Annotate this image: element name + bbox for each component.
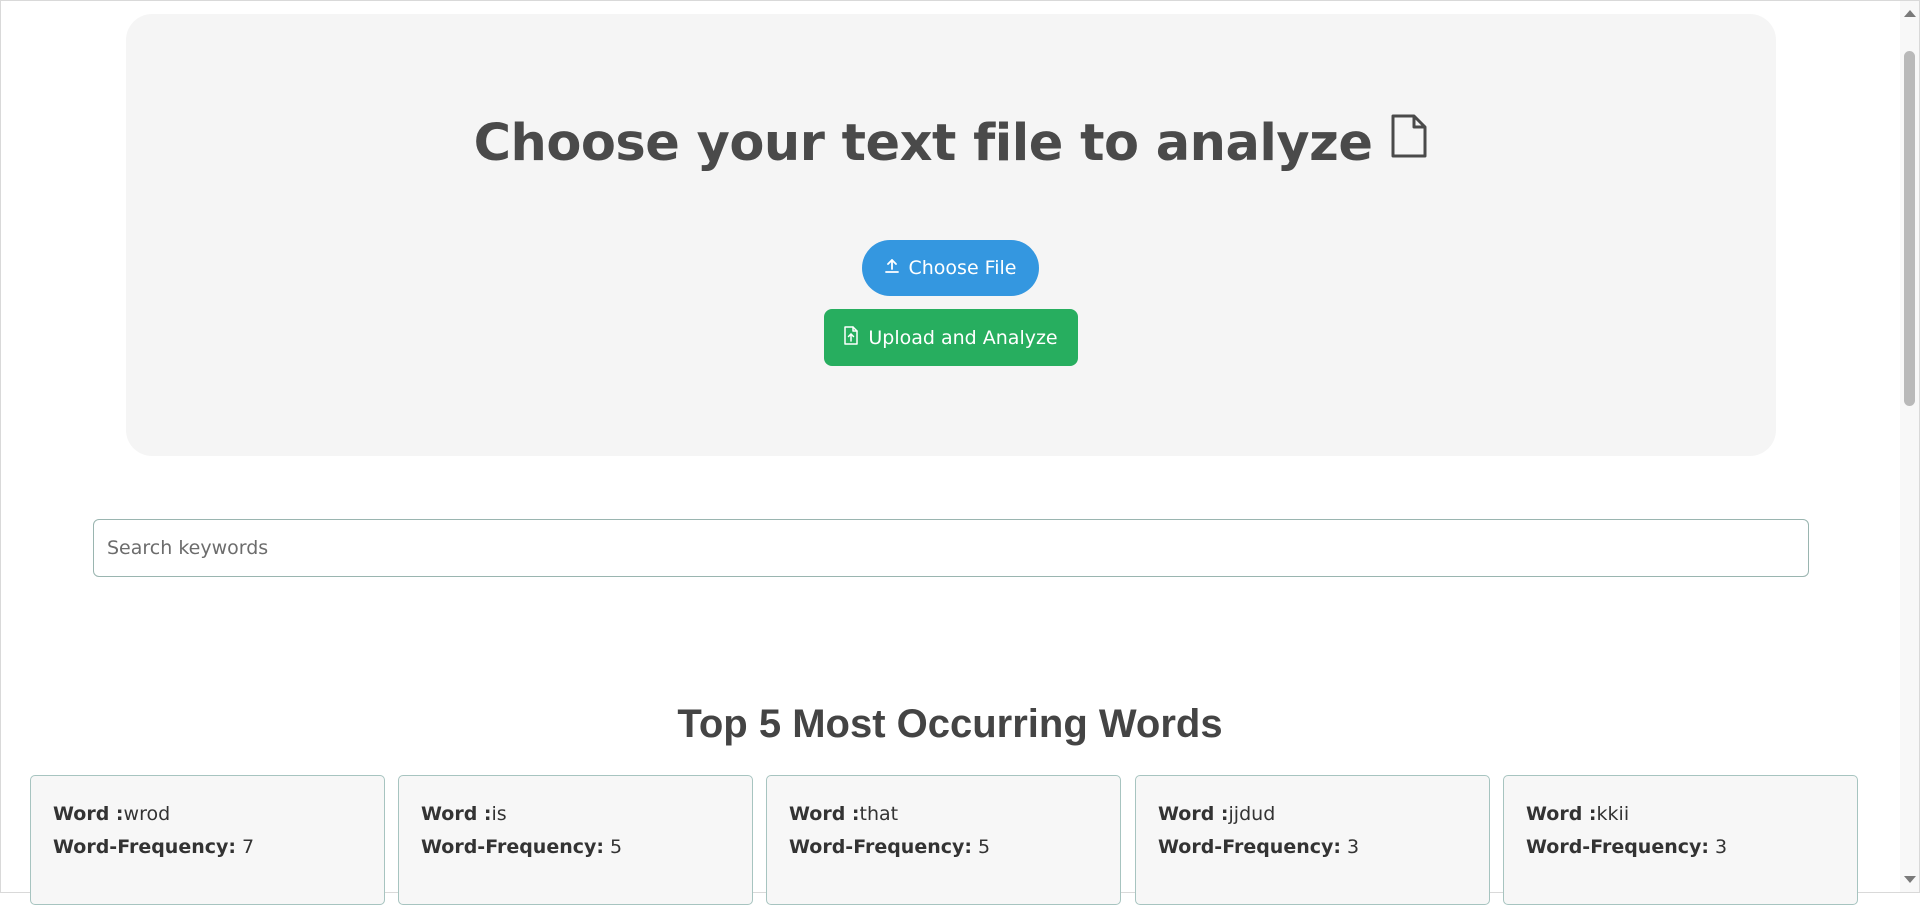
frequency-label: Word-Frequency: xyxy=(789,836,972,858)
word-card: Word :wrod Word-Frequency: 7 xyxy=(30,775,385,905)
frequency-value: 3 xyxy=(1347,836,1360,858)
frequency-label: Word-Frequency: xyxy=(1526,836,1709,858)
upload-panel: Choose your text file to analyze Choose … xyxy=(126,14,1776,456)
word-value: wrod xyxy=(123,803,171,825)
top-words-list: Word :wrod Word-Frequency: 7 Word :is Wo… xyxy=(30,775,1860,905)
upload-icon xyxy=(884,257,899,279)
word-value: that xyxy=(859,803,899,825)
word-label: Word : xyxy=(53,803,124,825)
word-label: Word : xyxy=(1526,803,1597,825)
frequency-line: Word-Frequency: 5 xyxy=(789,836,990,858)
word-label: Word : xyxy=(789,803,860,825)
frequency-line: Word-Frequency: 5 xyxy=(421,836,622,858)
upload-and-analyze-button[interactable]: Upload and Analyze xyxy=(824,309,1078,366)
top-words-title: Top 5 Most Occurring Words xyxy=(677,702,1223,746)
word-label: Word : xyxy=(421,803,492,825)
frequency-label: Word-Frequency: xyxy=(53,836,236,858)
scrollbar-thumb[interactable] xyxy=(1904,51,1915,406)
file-upload-icon xyxy=(844,325,859,350)
frequency-value: 3 xyxy=(1715,836,1728,858)
word-card: Word :is Word-Frequency: 5 xyxy=(398,775,753,905)
word-card: Word :kkii Word-Frequency: 3 xyxy=(1503,775,1858,905)
document-icon xyxy=(1390,113,1428,172)
vertical-scrollbar[interactable] xyxy=(1900,1,1919,892)
word-card: Word :that Word-Frequency: 5 xyxy=(766,775,1121,905)
frequency-value: 5 xyxy=(978,836,991,858)
frequency-line: Word-Frequency: 7 xyxy=(53,836,254,858)
upload-title-text: Choose your text file to analyze xyxy=(473,114,1373,173)
word-line: Word :jjdud xyxy=(1158,803,1275,825)
frequency-line: Word-Frequency: 3 xyxy=(1526,836,1727,858)
choose-file-label: Choose File xyxy=(908,257,1017,279)
frequency-line: Word-Frequency: 3 xyxy=(1158,836,1359,858)
word-label: Word : xyxy=(1158,803,1229,825)
frequency-label: Word-Frequency: xyxy=(421,836,604,858)
upload-title: Choose your text file to analyze xyxy=(126,114,1776,176)
word-line: Word :that xyxy=(789,803,898,825)
word-line: Word :kkii xyxy=(1526,803,1629,825)
upload-and-analyze-label: Upload and Analyze xyxy=(868,326,1058,349)
word-value: jjdud xyxy=(1228,803,1276,825)
word-value: is xyxy=(491,803,507,825)
frequency-label: Word-Frequency: xyxy=(1158,836,1341,858)
search-input[interactable] xyxy=(93,519,1809,577)
word-line: Word :is xyxy=(421,803,507,825)
word-value: kkii xyxy=(1596,803,1630,825)
scroll-down-arrow-icon[interactable] xyxy=(1904,876,1916,883)
frequency-value: 7 xyxy=(242,836,255,858)
word-card: Word :jjdud Word-Frequency: 3 xyxy=(1135,775,1490,905)
choose-file-button[interactable]: Choose File xyxy=(862,240,1039,296)
word-line: Word :wrod xyxy=(53,803,170,825)
frequency-value: 5 xyxy=(610,836,623,858)
scroll-up-arrow-icon[interactable] xyxy=(1904,10,1916,17)
